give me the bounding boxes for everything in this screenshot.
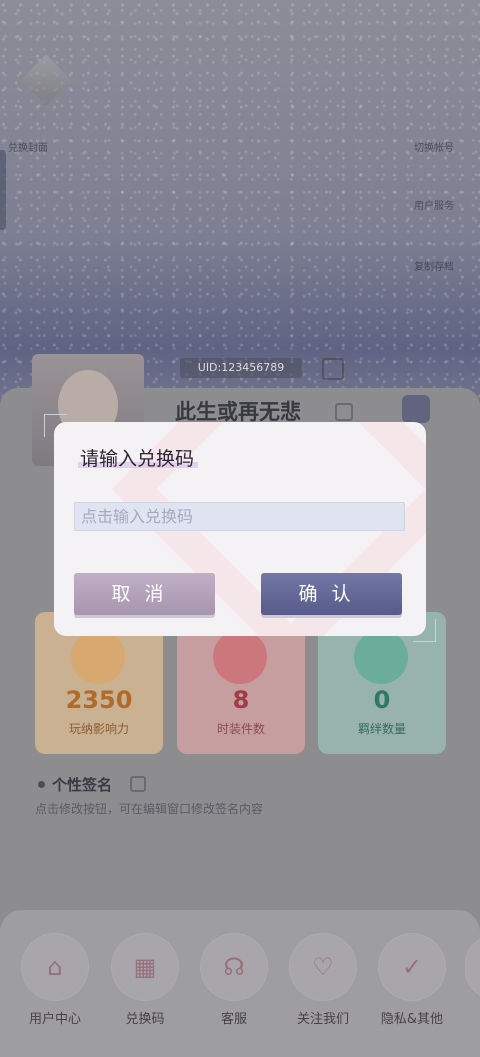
app-screen: 兑换封面 切换帐号 用户服务 复制存档 UID:123456789 此生或再无悲… <box>0 0 480 1057</box>
stat-value: 0 <box>373 686 391 714</box>
tab-label: 客服 <box>220 1012 247 1027</box>
stat-label: 羁绊数量 <box>357 722 406 736</box>
stat-label: 玩纳影响力 <box>68 722 129 736</box>
tab-icon-circle: ☊ <box>201 934 267 1000</box>
tab-follow-us[interactable]: ♡ 关注我们 <box>288 934 358 1044</box>
tab-icon-circle: ⌂ <box>22 934 88 1000</box>
headset-icon: ☊ <box>223 953 245 981</box>
bullet-icon <box>38 781 45 788</box>
uid-label: UID:123456789 <box>180 358 302 378</box>
tab-partial-next[interactable] <box>465 934 480 1044</box>
signature-title: 个性签名 <box>52 776 113 794</box>
tab-label: 兑换码 <box>125 1012 165 1027</box>
tab-user-center[interactable]: ⌂ 用户中心 <box>20 934 90 1044</box>
stat-value: 2350 <box>65 686 133 714</box>
tab-label: 隐私&其他 <box>380 1012 444 1027</box>
cancel-button[interactable]: 取消 <box>74 573 215 615</box>
redeem-cover-button[interactable]: 兑换封面 <box>8 139 48 154</box>
dialog-title: 请输入兑换码 <box>80 448 195 470</box>
tab-label: 关注我们 <box>296 1012 349 1027</box>
tab-icon-circle: ♡ <box>290 934 356 1000</box>
stat-value: 8 <box>232 686 250 714</box>
copy-uid-icon[interactable] <box>322 358 344 380</box>
tab-icon-circle: ✓ <box>379 934 445 1000</box>
tab-privacy-other[interactable]: ✓ 隐私&其他 <box>377 934 447 1044</box>
tab-redeem-code[interactable]: ▦ 兑换码 <box>110 934 180 1044</box>
tab-customer-service[interactable]: ☊ 客服 <box>199 934 269 1044</box>
redeem-code-dialog: 请输入兑换码 取消 确认 <box>54 422 426 636</box>
stat-label: 时装件数 <box>216 722 265 736</box>
signature-text: 点击修改按钮，可在编辑窗口修改签名内容 <box>35 802 264 816</box>
switch-account-button[interactable]: 切换帐号 <box>414 139 454 154</box>
copy-save-button[interactable]: 复制存档 <box>414 258 454 273</box>
home-icon: ⌂ <box>47 953 63 981</box>
redeem-code-icon: ▦ <box>133 953 157 981</box>
redeem-code-input[interactable] <box>74 502 405 531</box>
shield-check-icon: ✓ <box>401 953 423 981</box>
tab-label: 用户中心 <box>28 1012 81 1027</box>
side-drawer-handle[interactable] <box>0 150 6 230</box>
heart-plus-icon: ♡ <box>312 953 334 981</box>
tab-icon-circle: ▦ <box>112 934 178 1000</box>
confirm-button[interactable]: 确认 <box>261 573 402 615</box>
tab-icon-circle <box>465 934 480 1000</box>
edit-signature-icon[interactable] <box>130 776 146 792</box>
user-service-button[interactable]: 用户服务 <box>414 197 454 212</box>
